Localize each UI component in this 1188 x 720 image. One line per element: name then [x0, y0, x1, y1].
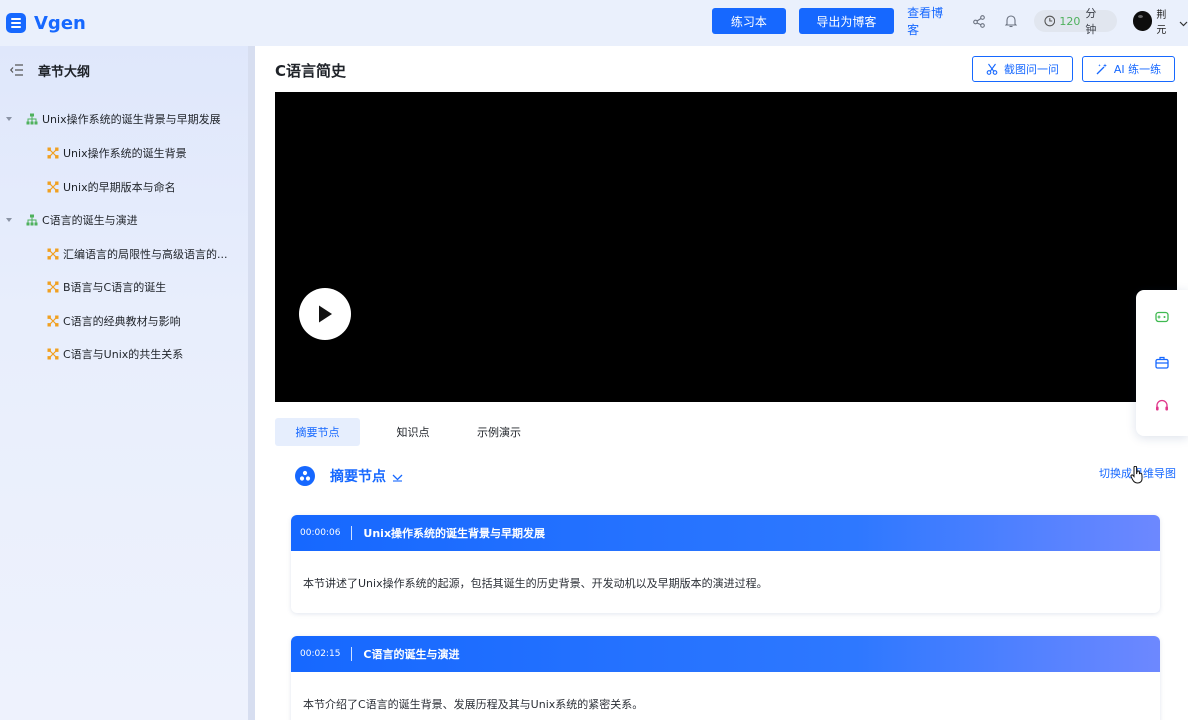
- toolbox-icon[interactable]: [1154, 354, 1170, 370]
- timer-unit: 分钟: [1085, 7, 1097, 36]
- card-body: 本节讲述了Unix操作系统的起源，包括其诞生的历史背景、开发动机以及早期版本的演…: [303, 577, 768, 590]
- node-icon: [47, 181, 59, 193]
- summary-nodes-icon: [295, 466, 315, 486]
- node-icon: [47, 281, 59, 293]
- scissors-icon: [986, 63, 998, 75]
- node-icon: [47, 147, 59, 159]
- headset-icon[interactable]: [1154, 398, 1170, 414]
- hierarchy-icon: [26, 214, 38, 226]
- hand-cursor-icon: [1130, 465, 1144, 488]
- main-content: C语言简史 截图问一问 AI 练一练 摘要节点 知识点 示例演示 摘要节点 切换…: [255, 46, 1188, 720]
- screenshot-ask-label: 截图问一问: [1004, 63, 1059, 76]
- divider: [351, 526, 353, 540]
- tree-item-label: Unix操作系统的诞生背景: [63, 147, 187, 160]
- ai-practice-label: AI 练一练: [1113, 63, 1162, 76]
- expand-caret-icon[interactable]: [6, 117, 12, 121]
- tree-item-label: B语言与C语言的诞生: [63, 281, 167, 294]
- menu-icon: [6, 13, 26, 33]
- hierarchy-icon: [26, 113, 38, 125]
- clock-icon: [1044, 15, 1055, 27]
- tree-item-label: C语言的诞生与演进: [42, 214, 138, 227]
- bell-icon[interactable]: [1004, 14, 1018, 28]
- tab-summary[interactable]: 摘要节点: [275, 418, 360, 446]
- summary-card[interactable]: 00:00:06 Unix操作系统的诞生背景与早期发展 本节讲述了Unix操作系…: [291, 515, 1160, 613]
- summary-card[interactable]: 00:02:15 C语言的诞生与演进 本节介绍了C语言的诞生背景、发展历程及其与…: [291, 636, 1160, 720]
- share-icon[interactable]: [972, 14, 986, 28]
- screenshot-ask-button[interactable]: 截图问一问: [972, 56, 1073, 82]
- username[interactable]: 荆元: [1156, 6, 1176, 36]
- magic-wand-icon: [1096, 63, 1107, 75]
- card-title: C语言的诞生与演进: [363, 648, 460, 661]
- tree-item-label: Unix的早期版本与命名: [63, 181, 176, 194]
- node-icon: [47, 315, 59, 327]
- view-blog-link[interactable]: 查看博客: [907, 4, 954, 38]
- section-title: 摘要节点: [330, 469, 386, 485]
- card-header: 00:00:06 Unix操作系统的诞生背景与早期发展: [291, 515, 1160, 551]
- card-timestamp[interactable]: 00:02:15: [300, 649, 340, 659]
- tree-section-1-1[interactable]: Unix操作系统的诞生背景: [47, 144, 187, 162]
- tree-item-label: C语言与Unix的共生关系: [63, 348, 184, 361]
- content-tabs: 摘要节点 知识点 示例演示: [275, 418, 535, 446]
- tree-section-2-1[interactable]: 汇编语言的局限性与高级语言的...: [47, 245, 228, 263]
- divider: [351, 647, 353, 661]
- tree-chapter-1[interactable]: Unix操作系统的诞生背景与早期发展: [6, 110, 221, 128]
- app-name: Vgen: [34, 12, 86, 34]
- tree-chapter-2[interactable]: C语言的诞生与演进: [6, 211, 138, 229]
- chevron-down-icon[interactable]: [1179, 12, 1188, 31]
- section-header[interactable]: 摘要节点: [295, 466, 403, 486]
- node-icon: [47, 348, 59, 360]
- sidebar-title: 章节大纲: [38, 64, 91, 80]
- top-bar: Vgen 练习本 导出为博客 查看博客 120 分钟 荆元: [0, 0, 1188, 46]
- tree-section-1-2[interactable]: Unix的早期版本与命名: [47, 178, 176, 196]
- node-icon: [47, 248, 59, 260]
- gamepad-icon[interactable]: [1154, 309, 1170, 325]
- tree-section-2-3[interactable]: C语言的经典教材与影响: [47, 312, 181, 330]
- timer-value: 120: [1059, 14, 1081, 28]
- tree-item-label: C语言的经典教材与影响: [63, 315, 181, 328]
- page-title: C语言简史: [275, 62, 347, 80]
- tree-item-label: Unix操作系统的诞生背景与早期发展: [42, 113, 221, 126]
- export-blog-button[interactable]: 导出为博客: [798, 8, 895, 34]
- tree-section-2-4[interactable]: C语言与Unix的共生关系: [47, 345, 183, 363]
- study-timer: 120 分钟: [1033, 7, 1117, 36]
- outline-sidebar: 章节大纲 Unix操作系统的诞生背景与早期发展 Unix操作系统的诞生背景 Un…: [0, 46, 248, 720]
- chevron-down-icon[interactable]: [392, 467, 403, 486]
- avatar[interactable]: [1132, 11, 1153, 31]
- collapse-sidebar-icon[interactable]: [10, 61, 24, 80]
- card-header: 00:02:15 C语言的诞生与演进: [291, 636, 1160, 672]
- tab-demo[interactable]: 示例演示: [463, 418, 535, 446]
- tab-knowledge[interactable]: 知识点: [377, 418, 449, 446]
- app-logo[interactable]: Vgen: [6, 13, 86, 34]
- expand-caret-icon[interactable]: [6, 218, 12, 222]
- play-button[interactable]: [299, 288, 351, 340]
- tree-item-label: 汇编语言的局限性与高级语言的...: [63, 248, 228, 261]
- sidebar-scrollbar[interactable]: [248, 46, 255, 720]
- floating-tool-panel: [1136, 290, 1188, 436]
- ai-practice-button[interactable]: AI 练一练: [1082, 56, 1175, 82]
- tree-section-2-2[interactable]: B语言与C语言的诞生: [47, 278, 166, 296]
- play-icon: [319, 305, 332, 323]
- video-player[interactable]: [275, 92, 1177, 402]
- card-body: 本节介绍了C语言的诞生背景、发展历程及其与Unix系统的紧密关系。: [303, 698, 644, 711]
- card-title: Unix操作系统的诞生背景与早期发展: [363, 527, 546, 540]
- practice-button[interactable]: 练习本: [712, 8, 786, 34]
- card-timestamp[interactable]: 00:00:06: [300, 528, 340, 538]
